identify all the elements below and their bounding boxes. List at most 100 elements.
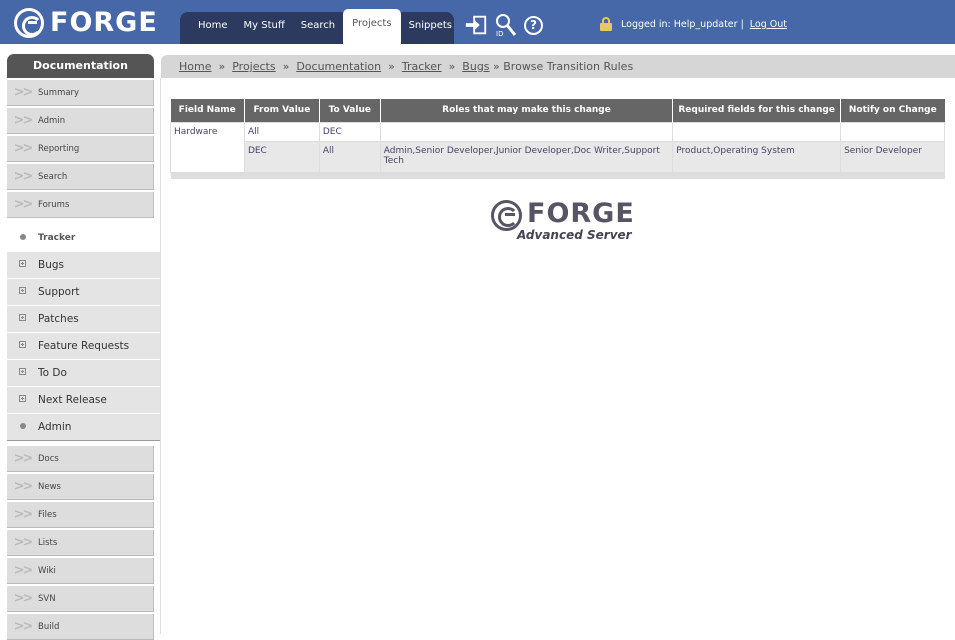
- expand-icon: [19, 368, 26, 375]
- chevron-right-icon: >>: [13, 563, 34, 578]
- col-header-from-value[interactable]: From Value: [244, 99, 320, 122]
- sidebar-item-label: Tracker: [38, 232, 76, 243]
- sidebar-item-lists[interactable]: >> Lists: [7, 530, 154, 556]
- sidebar-item-label: Reporting: [38, 143, 80, 154]
- footer-logo-text: FORGE: [527, 198, 635, 229]
- required-fields-cell: Product,Operating System: [672, 140, 842, 173]
- sidebar-item-reporting[interactable]: >> Reporting: [7, 136, 154, 162]
- breadcrumb-separator: »: [218, 60, 226, 73]
- logged-in-text: Logged in: Help_updater |: [621, 18, 744, 30]
- tracker-item-feature-requests[interactable]: Feature Requests: [7, 333, 160, 360]
- chevron-right-icon: >>: [13, 85, 34, 100]
- roles-cell: [379, 121, 674, 142]
- top-header: FORGE Home My Stuff Search Projects Snip…: [0, 0, 955, 44]
- expand-icon: [19, 341, 26, 348]
- sidebar-item-svn[interactable]: >> SVN: [7, 586, 154, 612]
- sidebar-item-label: Forums: [38, 199, 70, 210]
- to-value-cell: DEC: [318, 121, 381, 142]
- login-status: Logged in: Help_updater | Log Out: [600, 17, 787, 31]
- chevron-right-icon: >>: [13, 141, 34, 156]
- breadcrumb-current: » Browse Transition Rules: [493, 60, 634, 73]
- sidebar-item-label: Admin: [38, 115, 66, 126]
- tracker-item-label: Next Release: [38, 394, 107, 406]
- sidebar-item-label: Docs: [38, 453, 59, 464]
- search-id-icon[interactable]: ID: [494, 13, 518, 37]
- sidebar-item-search[interactable]: >> Search: [7, 164, 154, 190]
- nav-tab-my-stuff[interactable]: My Stuff: [236, 12, 293, 44]
- nav-tab-projects[interactable]: Projects: [343, 9, 401, 44]
- table-row: DEC All Admin,Senior Developer,Junior De…: [171, 140, 945, 173]
- tracker-item-patches[interactable]: Patches: [7, 306, 160, 333]
- expand-icon: [19, 314, 26, 321]
- tracker-item-to-do[interactable]: To Do: [7, 360, 160, 387]
- svg-text:ID: ID: [496, 30, 503, 37]
- footer-logo-subtitle: Advanced Server: [517, 228, 632, 242]
- sidebar-item-news[interactable]: >> News: [7, 474, 154, 500]
- sidebar-item-files[interactable]: >> Files: [7, 502, 154, 528]
- roles-cell: Admin,Senior Developer,Junior Developer,…: [379, 140, 674, 173]
- col-header-required-fields[interactable]: Required fields for this change: [672, 99, 842, 122]
- forge-logo[interactable]: FORGE: [14, 7, 158, 38]
- help-icon[interactable]: ?: [524, 15, 543, 35]
- tracker-item-label: Admin: [38, 421, 72, 433]
- sidebar-item-label: Lists: [38, 537, 58, 548]
- col-header-to-value[interactable]: To Value: [319, 99, 381, 122]
- transition-rules-table: Field Name From Value To Value Roles tha…: [170, 99, 945, 179]
- breadcrumb-projects[interactable]: Projects: [232, 60, 275, 73]
- lock-icon: [600, 17, 612, 31]
- sidebar: Documentation >> Summary >> Admin >> Report…: [7, 54, 160, 640]
- col-header-roles[interactable]: Roles that may make this change: [380, 99, 674, 122]
- logout-link[interactable]: Log Out: [750, 19, 787, 30]
- field-name-link[interactable]: Hardware: [174, 127, 217, 137]
- col-header-notify[interactable]: Notify on Change: [840, 99, 945, 122]
- breadcrumb-home[interactable]: Home: [179, 60, 211, 73]
- chevron-right-icon: >>: [13, 451, 34, 466]
- forge-logo-icon: [14, 7, 44, 38]
- chevron-right-icon: >>: [13, 591, 34, 606]
- sidebar-item-summary[interactable]: >> Summary: [7, 80, 154, 106]
- chevron-right-icon: >>: [13, 535, 34, 550]
- sidebar-title: Documentation: [7, 54, 154, 78]
- chevron-right-icon: >>: [13, 197, 34, 212]
- sidebar-item-wiki[interactable]: >> Wiki: [7, 558, 154, 584]
- main-nav: Home My Stuff Search Projects Snippets: [180, 9, 454, 44]
- nav-tab-snippets[interactable]: Snippets: [401, 12, 460, 44]
- required-fields-cell: [672, 121, 842, 142]
- tracker-item-label: Support: [38, 286, 80, 298]
- breadcrumb: Home » Projects » Documentation » Tracker » Bugs…: [161, 55, 955, 78]
- tracker-item-support[interactable]: Support: [7, 279, 160, 306]
- sidebar-item-forums[interactable]: >> Forums: [7, 192, 154, 218]
- nav-tab-search[interactable]: Search: [293, 12, 343, 44]
- nav-tab-home[interactable]: Home: [180, 12, 236, 44]
- breadcrumb-separator: »: [282, 60, 290, 73]
- tracker-item-bugs[interactable]: Bugs: [7, 252, 160, 279]
- col-header-field-name[interactable]: Field Name: [170, 99, 245, 122]
- breadcrumb-bugs[interactable]: Bugs: [462, 60, 489, 73]
- tracker-item-label: To Do: [38, 367, 67, 379]
- table-footer-row: [170, 172, 945, 179]
- expand-icon: [19, 260, 26, 267]
- sidebar-item-docs[interactable]: >> Docs: [7, 446, 154, 472]
- chevron-right-icon: >>: [13, 507, 34, 522]
- chevron-right-icon: >>: [13, 479, 34, 494]
- sidebar-lower-group: >> Docs >> News >> Files >> Lists >> Wiki >> S…: [7, 446, 160, 640]
- sidebar-item-tracker[interactable]: Tracker: [7, 224, 160, 252]
- sidebar-item-label: Build: [38, 621, 60, 632]
- tracker-item-label: Feature Requests: [38, 340, 130, 352]
- sidebar-item-admin[interactable]: >> Admin: [7, 108, 154, 134]
- tracker-item-next-release[interactable]: Next Release: [7, 387, 160, 414]
- from-value-cell: All: [243, 121, 320, 142]
- sidebar-item-label: Files: [38, 509, 57, 520]
- sidebar-item-label: SVN: [38, 593, 56, 604]
- login-icon[interactable]: [464, 13, 488, 37]
- expand-icon: [19, 287, 26, 294]
- notify-cell: Senior Developer: [840, 140, 945, 173]
- sidebar-item-build[interactable]: >> Build: [7, 614, 154, 640]
- sidebar-item-label: Wiki: [38, 565, 56, 576]
- chevron-right-icon: >>: [13, 619, 34, 634]
- transition-link[interactable]: DEC: [248, 146, 267, 156]
- field-name-cell: Hardware: [170, 121, 245, 173]
- breadcrumb-tracker[interactable]: Tracker: [402, 60, 442, 73]
- tracker-item-admin[interactable]: Admin: [7, 414, 160, 441]
- breadcrumb-documentation[interactable]: Documentation: [296, 60, 381, 73]
